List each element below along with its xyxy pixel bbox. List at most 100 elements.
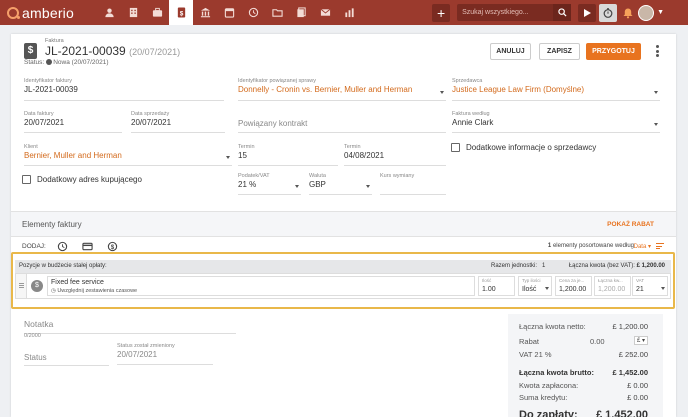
save-button[interactable]: ZAPISZ [539,43,580,60]
status-label: Status: [24,59,45,66]
vat-select[interactable]: VAT 21 [632,276,668,296]
status-changed-value: 20/07/2021 [117,350,158,359]
due-date-value: 04/08/2021 [344,151,385,160]
mail-icon [320,8,330,16]
seller-select[interactable]: Sprzedawca Justice League Law Firm (Domy… [452,78,660,101]
related-case-select[interactable]: Identyfikator powiązanej sprawy Donnelly… [238,78,446,101]
nav-calendar[interactable] [217,0,241,25]
calendar-icon [224,8,234,18]
stopwatch-button[interactable] [599,3,618,22]
exchange-rate-field[interactable]: Kurs wymiany [380,173,446,195]
bell-icon [623,8,633,18]
seller-label: Sprzedawca [452,78,483,84]
briefcase-icon [152,7,162,17]
discount-label: Rabat [519,337,540,346]
checkbox-box [451,143,460,152]
note-counter-text: 0/2000 [24,333,41,339]
note-textarea[interactable]: Notatka [24,318,236,334]
unit-type-select[interactable]: Typ ilości Ilość [518,276,552,296]
clock-history-icon [248,7,258,18]
search-icon [557,8,567,17]
show-discount-link[interactable]: POKAŻ RABAT [607,221,654,228]
sale-date-value: 20/07/2021 [131,118,172,127]
invoice-id-label: Identyfikator faktury [24,78,72,84]
nav-mail[interactable] [313,0,337,25]
nav-bank[interactable] [193,0,217,25]
invoice-date-field[interactable]: Data faktury 20/07/2021 [24,111,122,133]
related-case-value: Donnelly - Cronin vs. Bernier, Muller an… [238,85,413,94]
more-options-icon[interactable] [656,45,659,59]
invoice-number: JL-2021-00039 [45,44,126,58]
fixed-fee-icon: $ [31,280,43,292]
vat-total-label: VAT 21 % [519,350,552,359]
invoice-icon: $ [24,43,37,59]
quantity-field[interactable]: Ilość 1.00 [478,276,515,296]
include-timesheets-link[interactable]: ◷ Uwzględnij zestawienia czasowe [51,288,137,294]
sort-info: 1 elementy posortowane według [548,243,634,249]
cancel-button[interactable]: ANULUJ [490,43,531,60]
notifications-button[interactable] [622,7,634,19]
invoice-icon: $ [177,7,185,18]
due-date-field[interactable]: Termin 04/08/2021 [344,144,446,166]
nav-companies[interactable] [121,0,145,25]
status-select[interactable]: Status [24,350,109,366]
client-select[interactable]: Klient Bernier, Muller and Herman [24,144,232,166]
chevron-down-icon [545,287,549,290]
invoice-by-select[interactable]: Faktura według Annie Clark [452,111,660,133]
status-placeholder: Status [24,353,47,362]
timer-play-button[interactable] [578,3,597,22]
nav-invoices[interactable]: $ [169,0,193,25]
add-time-entry-icon[interactable] [57,241,68,252]
line-total-field: Łączna kw... 1,200.00 [594,276,631,296]
tax-select[interactable]: Podatek/VAT 21 % [238,173,301,195]
global-search-input[interactable]: Szukaj wszystkiego... [457,4,554,21]
group-units-value: 1 [542,263,546,269]
chart-icon [344,8,354,18]
drag-handle-icon[interactable] [16,274,27,298]
invoice-id-value: JL-2021-00039 [24,85,78,94]
nav-documents[interactable] [289,0,313,25]
unit-type-label: Typ ilości [522,278,541,283]
unit-price-field[interactable]: Cena za je... 1,200.00 [555,276,592,296]
invoice-id-field[interactable]: Identyfikator faktury JL-2021-00039 [24,78,224,101]
sort-order-icon[interactable] [656,243,664,251]
related-contract-select[interactable]: Powiązany kontrakt [238,118,446,133]
add-fixed-fee-icon[interactable]: $ [107,241,118,252]
avatar[interactable] [638,4,655,21]
status-changed-field: Status został zmieniony 20/07/2021 [117,343,213,365]
chevron-down-icon[interactable]: ▼ [657,9,664,16]
extra-buyer-address-checkbox[interactable]: Dodatkowy adres kupującego [22,175,142,184]
search-button[interactable] [553,4,572,21]
line-total-label: Łączna kw... [598,278,623,283]
brand-name: amberio [22,4,74,21]
extra-seller-info-checkbox[interactable]: Dodatkowe informacje o sprzedawcy [451,143,596,152]
item-description-field[interactable]: Fixed fee service ◷ Uwzględnij zestawien… [47,276,475,296]
nav-files[interactable] [265,0,289,25]
amberio-logo[interactable]: amberio [7,5,97,21]
sale-date-field[interactable]: Data sprzedaży 20/07/2021 [131,111,225,133]
sort-field-dropdown[interactable]: Data ▾ [634,243,651,250]
chevron-down-icon [226,156,230,159]
discount-value[interactable]: 0.00 [590,337,605,346]
nav-matters[interactable] [145,0,169,25]
term-days-field[interactable]: Termin 15 [238,144,338,166]
page-title: JL-2021-00039 (20/07/2021) [45,44,180,58]
currency-label: Waluta [309,173,326,179]
seller-value: Justice League Law Firm (Domyślne) [452,85,585,94]
vat-total-value: £ 252.00 [618,350,648,359]
related-case-label: Identyfikator powiązanej sprawy [238,78,316,84]
nav-reports[interactable] [337,0,361,25]
discount-unit-select[interactable]: £ ▾ [633,336,648,345]
credits-label: Suma kredytu: [519,393,568,402]
prepare-button[interactable]: PRZYGOTUJ [586,43,641,60]
amount-due-label: Do zapłaty: [519,409,578,417]
vat-label: VAT [636,278,645,283]
nav-time[interactable] [241,0,265,25]
currency-select[interactable]: Waluta GBP [309,173,372,195]
quick-add-button[interactable]: + [432,3,451,22]
nav-contacts[interactable] [97,0,121,25]
item-name: Fixed fee service [51,279,104,286]
client-label: Klient [24,144,38,150]
add-expense-icon[interactable] [82,241,93,252]
chevron-down-icon [440,91,444,94]
